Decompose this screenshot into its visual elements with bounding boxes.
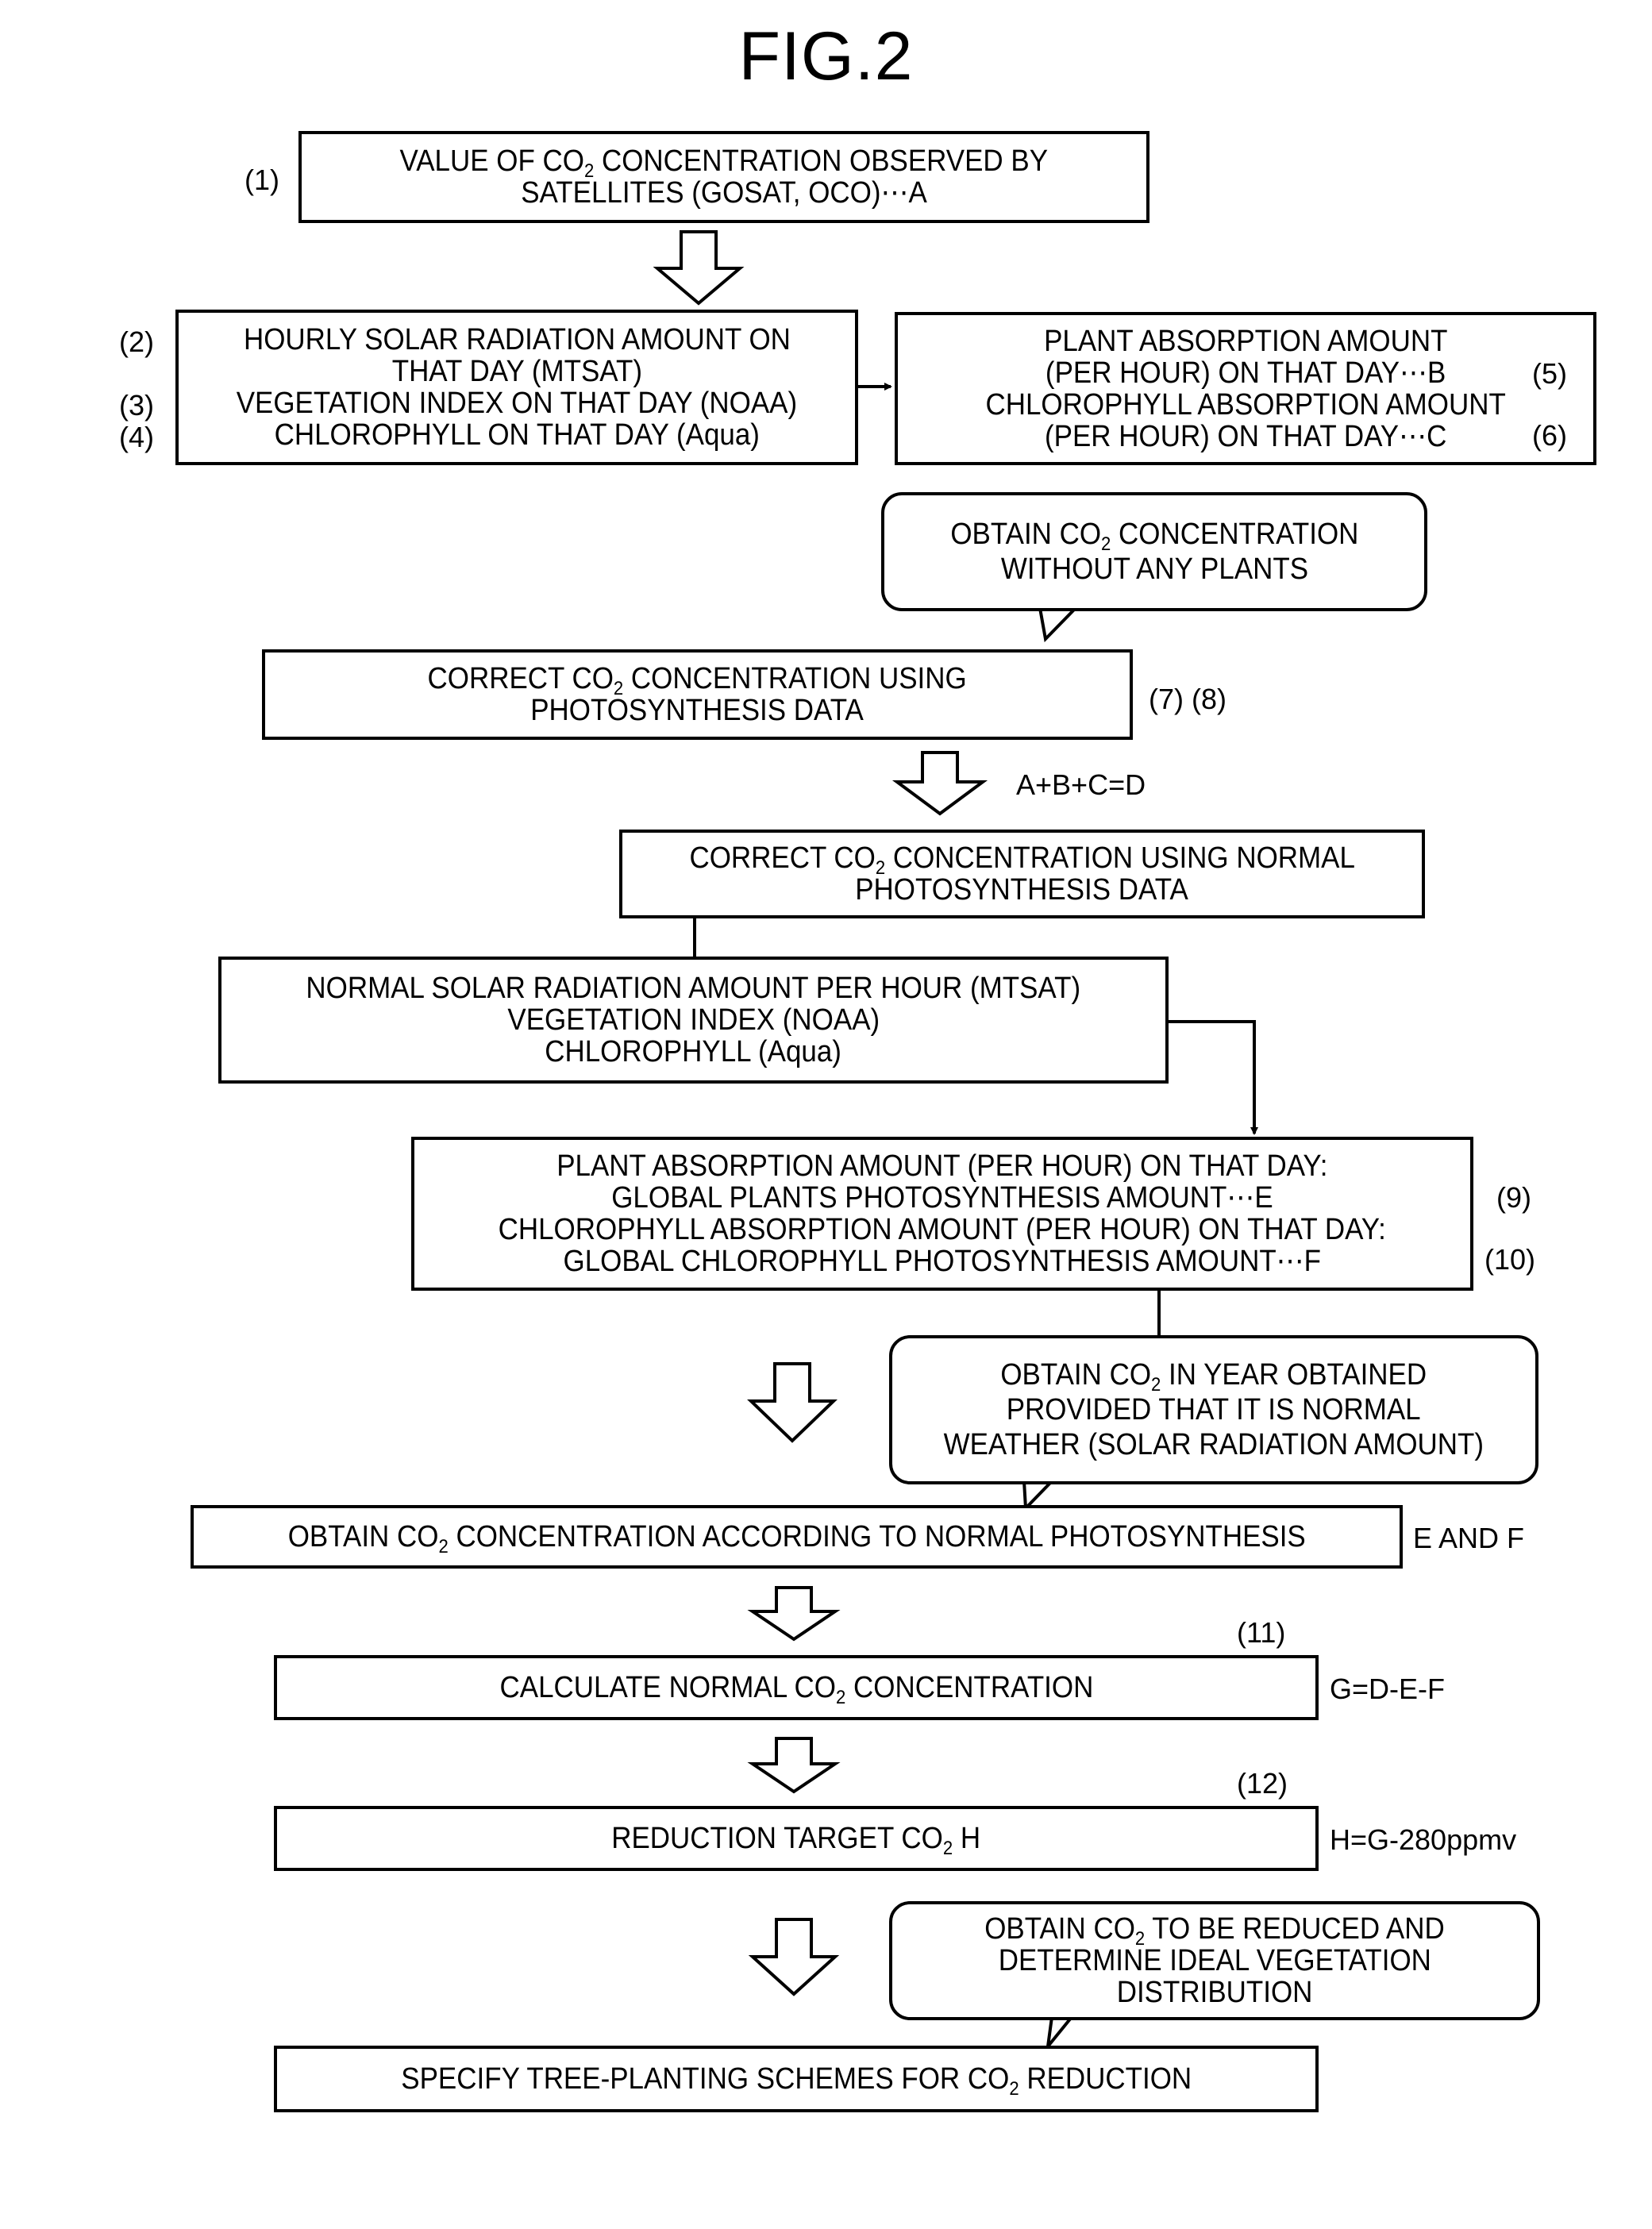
note-line: WEATHER (SOLAR RADIATION AMOUNT) (943, 1428, 1484, 1461)
block-arrow-2 (891, 751, 988, 816)
ref-label-7-8: (7) (8) (1149, 683, 1226, 715)
ref-label-1: (1) (245, 164, 279, 196)
step-reduction-target: REDUCTION TARGET CO2 H (274, 1806, 1319, 1871)
ref-label-2: (2) (119, 325, 154, 358)
step-line: CORRECT CO2 CONCENTRATION USING NORMAL (689, 841, 1355, 879)
note-ideal-vegetation: OBTAIN CO2 TO BE REDUCED AND DETERMINE I… (889, 1901, 1540, 2020)
step-line: CORRECT CO2 CONCENTRATION USING (427, 662, 968, 699)
step-line: PLANT ABSORPTION AMOUNT (PER HOUR) ON TH… (556, 1149, 1328, 1183)
step-daily-inputs: HOURLY SOLAR RADIATION AMOUNT ON THAT DA… (175, 310, 858, 465)
ref-label-3: (3) (119, 389, 154, 422)
formula-d: A+B+C=D (1016, 768, 1146, 801)
ref-label-10: (10) (1484, 1243, 1536, 1276)
step-calculate-normal: CALCULATE NORMAL CO2 CONCENTRATION (274, 1655, 1319, 1720)
step-absorption-amounts: PLANT ABSORPTION AMOUNT (PER HOUR) ON TH… (895, 312, 1596, 465)
ref-label-5: (5) (1532, 357, 1567, 390)
step-line: REDUCTION TARGET CO2 H (611, 1822, 981, 1859)
step-correct-normal: CORRECT CO2 CONCENTRATION USING NORMAL P… (619, 830, 1425, 918)
step-line: (PER HOUR) ON THAT DAY⋯C (1044, 419, 1447, 453)
step-line: NORMAL SOLAR RADIATION AMOUNT PER HOUR (… (306, 972, 1081, 1005)
step-line: CHLOROPHYLL ON THAT DAY (Aqua) (274, 418, 760, 452)
step-line: CALCULATE NORMAL CO2 CONCENTRATION (499, 1671, 1093, 1708)
block-arrow-6 (748, 1918, 840, 1996)
step-line: CHLOROPHYLL (Aqua) (545, 1035, 842, 1068)
step-line: (PER HOUR) ON THAT DAY⋯B (1045, 356, 1446, 390)
step-line: GLOBAL PLANTS PHOTOSYNTHESIS AMOUNT⋯E (611, 1181, 1273, 1215)
block-arrow-1 (653, 230, 745, 306)
step-line: PHOTOSYNTHESIS DATA (855, 873, 1189, 907)
ref-label-9: (9) (1496, 1181, 1531, 1214)
step-line: SPECIFY TREE-PLANTING SCHEMES FOR CO2 RE… (401, 2062, 1192, 2100)
bubble-tail-3 (1045, 2015, 1073, 2052)
step-line: THAT DAY (MTSAT) (391, 355, 642, 388)
ref-label-11: (11) (1237, 1616, 1286, 1649)
step-line: VEGETATION INDEX (NOAA) (507, 1003, 880, 1037)
subscript: 2 (835, 1687, 845, 1708)
note-line: OBTAIN CO2 IN YEAR OBTAINED (1000, 1358, 1427, 1396)
note-line: PROVIDED THAT IT IS NORMAL (1007, 1393, 1421, 1426)
note-line: DETERMINE IDEAL VEGETATION (998, 1944, 1431, 1977)
ref-label-12: (12) (1237, 1767, 1288, 1800)
note-line: OBTAIN CO2 TO BE REDUCED AND (984, 1912, 1445, 1950)
note-line: DISTRIBUTION (1116, 1976, 1313, 2009)
ref-label-4: (4) (119, 421, 154, 453)
arrow-normal-to-global (1167, 1020, 1258, 1135)
step-line: PLANT ABSORPTION AMOUNT (1043, 324, 1448, 358)
bubble-tail-2 (1022, 1480, 1053, 1512)
note-normal-weather: OBTAIN CO2 IN YEAR OBTAINED PROVIDED THA… (889, 1335, 1538, 1484)
formula-h: H=G-280ppmv (1330, 1823, 1517, 1856)
step-line: GLOBAL CHLOROPHYLL PHOTOSYNTHESIS AMOUNT… (563, 1245, 1322, 1278)
step-observed-co2: VALUE OF CO2 CONCENTRATION OBSERVED BY S… (298, 131, 1149, 223)
step-line: OBTAIN CO2 CONCENTRATION ACCORDING TO NO… (287, 1520, 1306, 1557)
subscript: 2 (943, 1838, 953, 1859)
step-line: VEGETATION INDEX ON THAT DAY (NOAA) (236, 387, 798, 420)
step-line: SATELLITES (GOSAT, OCO)⋯A (521, 176, 927, 210)
step-obtain-normal-photosynthesis: OBTAIN CO2 CONCENTRATION ACCORDING TO NO… (191, 1505, 1403, 1569)
block-arrow-3 (747, 1362, 838, 1443)
step-line: CHLOROPHYLL ABSORPTION AMOUNT (985, 387, 1506, 422)
note-line: WITHOUT ANY PLANTS (1000, 552, 1308, 586)
bubble-tail-1 (1038, 606, 1077, 643)
side-label-e-and-f: E AND F (1413, 1522, 1525, 1554)
step-line: HOURLY SOLAR RADIATION AMOUNT ON (243, 323, 791, 356)
step-tree-planting: SPECIFY TREE-PLANTING SCHEMES FOR CO2 RE… (274, 2046, 1319, 2112)
subscript: 2 (438, 1536, 449, 1557)
subscript: 2 (1009, 2078, 1019, 2100)
step-correct-photosynthesis: CORRECT CO2 CONCENTRATION USING PHOTOSYN… (262, 649, 1133, 740)
step-global-amounts: PLANT ABSORPTION AMOUNT (PER HOUR) ON TH… (411, 1137, 1473, 1291)
note-without-plants: OBTAIN CO2 CONCENTRATION WITHOUT ANY PLA… (881, 492, 1427, 611)
step-line: VALUE OF CO2 CONCENTRATION OBSERVED BY (399, 144, 1049, 182)
block-arrow-5 (747, 1737, 841, 1794)
note-line: OBTAIN CO2 CONCENTRATION (949, 518, 1359, 555)
step-line: PHOTOSYNTHESIS DATA (530, 694, 865, 727)
block-arrow-4 (747, 1586, 841, 1642)
figure-title: FIG.2 (738, 18, 914, 94)
ref-label-6: (6) (1532, 419, 1567, 452)
formula-g: G=D-E-F (1330, 1673, 1446, 1705)
step-line: CHLOROPHYLL ABSORPTION AMOUNT (PER HOUR)… (498, 1213, 1387, 1246)
step-normal-inputs: NORMAL SOLAR RADIATION AMOUNT PER HOUR (… (218, 957, 1169, 1084)
